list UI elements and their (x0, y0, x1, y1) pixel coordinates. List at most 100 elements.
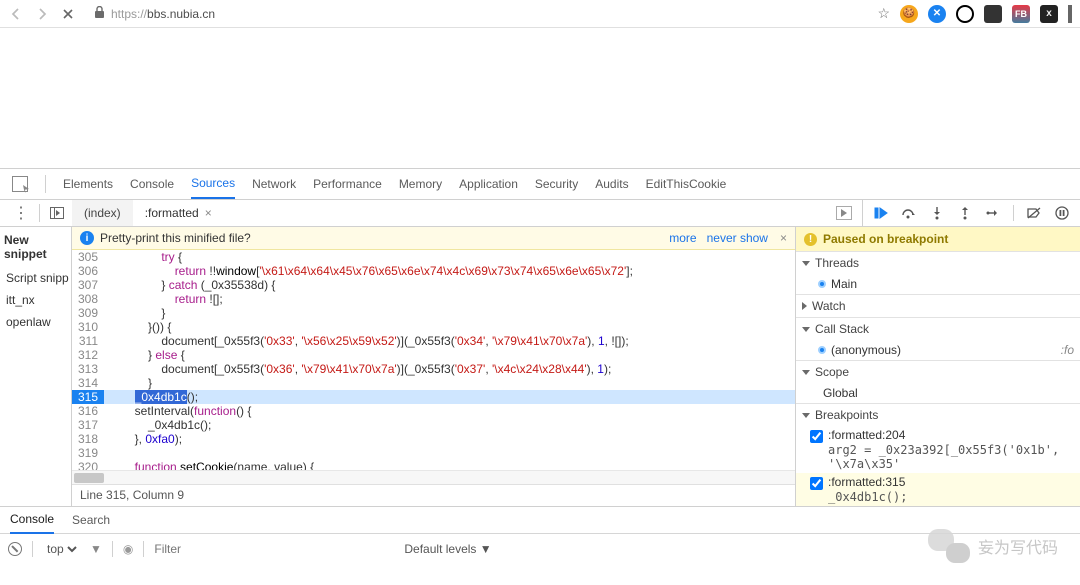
tab-elements[interactable]: Elements (63, 170, 113, 198)
snippet-item[interactable]: itt_nx (0, 289, 71, 311)
forward-button[interactable] (34, 6, 50, 22)
tab-network[interactable]: Network (252, 170, 296, 198)
ext-bar-icon[interactable] (1068, 5, 1072, 23)
section-breakpoints[interactable]: Breakpoints (796, 403, 1080, 426)
snippets-header[interactable]: New snippet (0, 227, 71, 267)
chevron-down-icon (802, 327, 810, 332)
pretty-print-more-link[interactable]: more (669, 231, 696, 245)
pause-on-exceptions-icon[interactable] (1054, 205, 1070, 221)
resume-icon[interactable] (873, 205, 889, 221)
section-scope[interactable]: Scope (796, 360, 1080, 383)
breakpoint-location: :formatted:315 (828, 475, 907, 489)
file-tab-formatted[interactable]: :formatted × (133, 200, 224, 226)
tab-sources[interactable]: Sources (191, 169, 235, 199)
close-icon[interactable]: × (205, 206, 212, 220)
separator (112, 541, 113, 557)
separator (39, 204, 40, 222)
ext-cookie-icon[interactable]: 🍪 (900, 5, 918, 23)
debugger-controls (863, 205, 1080, 221)
page-content (0, 28, 1080, 168)
filter-input[interactable] (154, 542, 394, 556)
drawer-tab-console[interactable]: Console (10, 506, 54, 534)
deactivate-breakpoints-icon[interactable] (1026, 205, 1042, 221)
clear-console-icon[interactable] (8, 542, 22, 556)
code-editor[interactable]: 305 try {306 return !!window['\x61\x64\x… (72, 250, 795, 470)
address-bar[interactable]: https://bbs.nubia.cn (86, 4, 867, 24)
tab-editthiscookie[interactable]: EditThisCookie (646, 170, 727, 198)
chevron-down-icon (802, 261, 810, 266)
chevron-down-icon (802, 370, 810, 375)
step-out-icon[interactable] (957, 205, 973, 221)
paused-banner: !Paused on breakpoint (796, 227, 1080, 251)
pretty-print-text: Pretty-print this minified file? (100, 231, 251, 245)
source-panel: i Pretty-print this minified file? more … (72, 227, 795, 506)
live-expression-icon[interactable]: ◉ (123, 542, 133, 556)
stop-button[interactable] (60, 6, 76, 22)
section-watch[interactable]: Watch (796, 294, 1080, 317)
file-tab-label: :formatted (145, 206, 199, 220)
tab-security[interactable]: Security (535, 170, 578, 198)
separator (45, 175, 46, 193)
ext-fb-icon[interactable]: FB (1012, 5, 1030, 23)
url-text: https://bbs.nubia.cn (111, 7, 215, 21)
section-threads[interactable]: Threads (796, 251, 1080, 274)
star-icon[interactable]: ☆ (877, 5, 890, 22)
context-select[interactable]: top (43, 541, 80, 557)
chevron-down-icon (802, 413, 810, 418)
thread-main[interactable]: Main (796, 274, 1080, 294)
warning-icon: ! (804, 233, 817, 246)
breakpoint-item[interactable]: :formatted:204arg2 = _0x23a392[_0x55f3('… (796, 426, 1080, 473)
back-button[interactable] (8, 6, 24, 22)
wechat-watermark: 妄为写代码 (928, 529, 1058, 563)
separator (143, 541, 144, 557)
active-dot-icon (818, 346, 826, 354)
file-tab-index[interactable]: (index) (72, 200, 133, 226)
drawer-tab-search[interactable]: Search (72, 507, 110, 533)
tab-audits[interactable]: Audits (595, 170, 628, 198)
kebab-icon[interactable]: ⋮ (13, 203, 29, 223)
breakpoint-location: :formatted:204 (828, 428, 1074, 442)
breakpoint-checkbox[interactable] (810, 477, 823, 490)
breakpoint-item[interactable]: :formatted:315_0x4db1c(); (796, 473, 1080, 506)
devtools-tab-bar: Elements Console Sources Network Perform… (0, 168, 1080, 200)
horizontal-scrollbar[interactable] (72, 470, 795, 484)
sources-toolbar: ⋮ (index) :formatted × (0, 200, 1080, 227)
tab-console[interactable]: Console (130, 170, 174, 198)
log-levels-select[interactable]: Default levels ▼ (404, 542, 491, 556)
wechat-icon (928, 529, 970, 563)
tab-performance[interactable]: Performance (313, 170, 382, 198)
browser-toolbar: https://bbs.nubia.cn ☆ 🍪 ✕ FB x (0, 0, 1080, 28)
tab-application[interactable]: Application (459, 170, 518, 198)
navigator-toggle-icon[interactable] (50, 207, 64, 219)
extension-icons: 🍪 ✕ FB x (900, 5, 1072, 23)
console-toolbar: top ▼ ◉ Default levels ▼ (0, 534, 1080, 564)
breakpoint-checkbox[interactable] (810, 430, 823, 443)
pretty-print-never-link[interactable]: never show (707, 231, 768, 245)
step-over-icon[interactable] (901, 205, 917, 221)
debugger-panel: !Paused on breakpoint Threads Main Watch… (795, 227, 1080, 506)
run-snippet-icon[interactable] (836, 206, 852, 220)
tab-memory[interactable]: Memory (399, 170, 442, 198)
ext-blue-icon[interactable]: ✕ (928, 5, 946, 23)
snippet-item[interactable]: Script snipp (0, 267, 71, 289)
stack-frame[interactable]: (anonymous):fo (796, 340, 1080, 360)
ext-square-icon[interactable] (984, 5, 1002, 23)
snippet-item[interactable]: openlaw (0, 311, 71, 333)
chevron-right-icon (802, 302, 807, 310)
close-icon[interactable]: × (780, 231, 787, 245)
file-tabs: (index) :formatted × (72, 200, 224, 226)
info-icon: i (80, 231, 94, 245)
section-callstack[interactable]: Call Stack (796, 317, 1080, 340)
inspect-icon[interactable] (12, 176, 28, 192)
active-dot-icon (818, 280, 826, 288)
ext-ring-icon[interactable] (956, 5, 974, 23)
breakpoint-code: arg2 = _0x23a392[_0x55f3('0x1b', '\x7a\x… (828, 443, 1074, 471)
pretty-print-banner: i Pretty-print this minified file? more … (72, 227, 795, 250)
sources-body: New snippet Script snipp itt_nx openlaw … (0, 227, 1080, 507)
lock-icon (94, 6, 105, 22)
separator (32, 541, 33, 557)
scope-global[interactable]: Global (796, 383, 1080, 403)
step-into-icon[interactable] (929, 205, 945, 221)
ext-x-icon[interactable]: x (1040, 5, 1058, 23)
step-icon[interactable] (985, 205, 1001, 221)
